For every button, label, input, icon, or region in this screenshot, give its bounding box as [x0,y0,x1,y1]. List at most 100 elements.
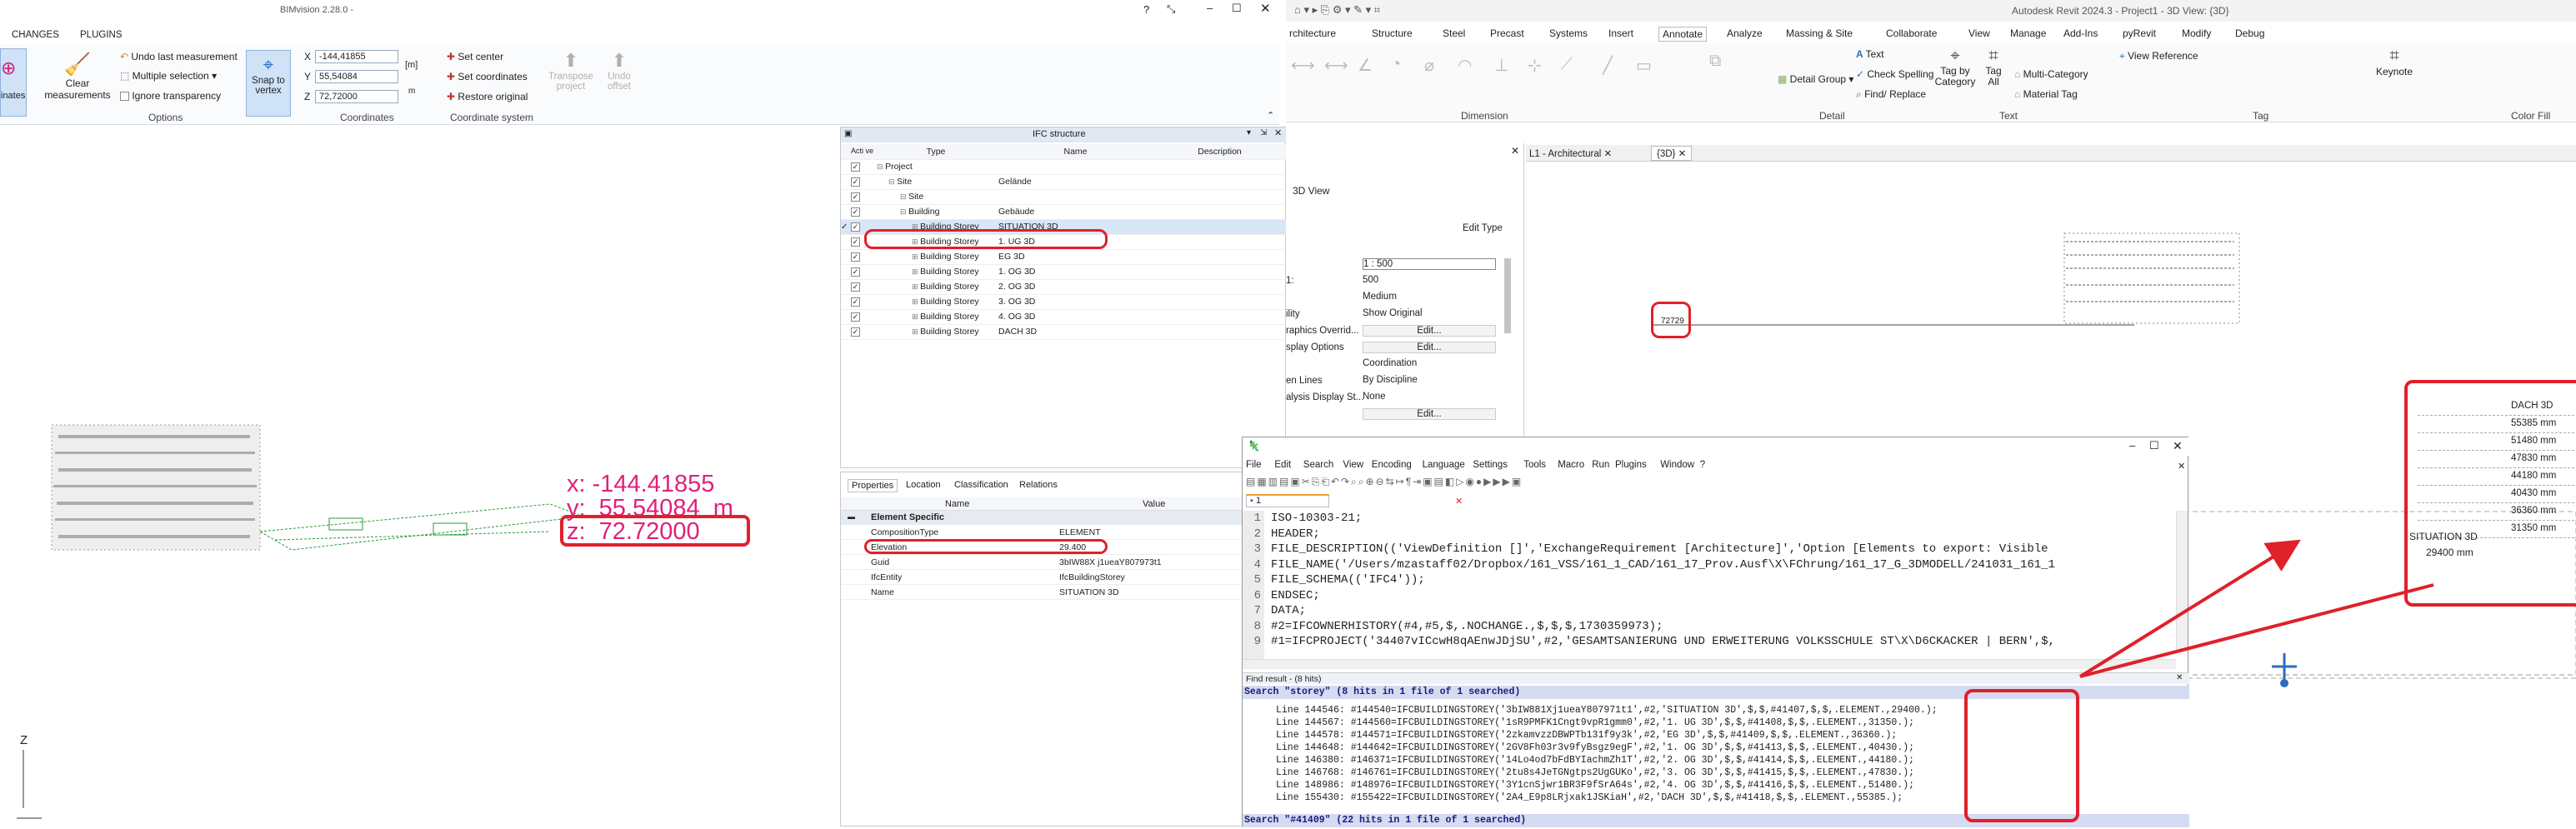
level-row[interactable]: DACH 3D⟋ [2418,398,2576,416]
active-cell[interactable]: ✓ [851,324,874,340]
z-input[interactable]: 72,72000 [315,90,398,103]
npp-menu-item[interactable]: Search [1303,460,1333,470]
x-input[interactable]: -144,41855 [315,50,398,63]
ifc-row[interactable]: ✓ ⊞ Building Storey EG 3D [841,249,1287,265]
restore-original-button[interactable]: ✚ Restore original [447,91,528,102]
active-cell[interactable]: ✓ [851,279,874,295]
active-cell[interactable]: ✓ [851,189,874,205]
expand-icon[interactable]: ⊞ [912,267,920,276]
npp-menu-item[interactable]: View [1343,460,1363,470]
palette-close-icon[interactable]: ✕ [1511,145,1519,157]
text-button[interactable]: A Text [1856,48,1884,60]
restore-icon[interactable]: ⤡ [1167,2,1175,16]
expand-icon[interactable]: ⊟ [900,207,908,216]
active-cell[interactable]: ✓ [851,264,874,280]
ifc-row[interactable]: ✓ ⊟ Building Gebäude [841,204,1287,220]
active-cell[interactable]: ✓ [851,174,874,190]
transpose-project-button[interactable]: ⬆ Transpose project [546,50,596,92]
tag-all-button[interactable]: ⌗ Tag All [1979,47,2008,87]
revit-menu-item[interactable]: Collaborate [1883,27,1940,40]
revit-prop-row[interactable]: splay Options Edit... [1286,340,1516,357]
find-replace-button[interactable]: ⌕ Find/ Replace [1856,88,1926,101]
ifc-row[interactable]: ✓ ⊞ Building Storey 4. OG 3D [841,309,1287,325]
revit-prop-row[interactable]: Coordination [1286,357,1516,373]
revit-menu-item[interactable]: Debug [2232,27,2268,40]
level-row[interactable]: 55385 mm⟋ [2418,416,2576,433]
expand-icon[interactable]: ⊞ [912,327,920,336]
level-row[interactable]: 44180 mm⟋ [2418,468,2576,486]
tab-relations[interactable]: Relations [1019,480,1058,490]
collapse-ribbon-icon[interactable]: ⌃ [1267,110,1274,121]
level-row[interactable]: 47830 mm⟋ [2418,451,2576,468]
ifc-row[interactable]: ✓ ⊟ Site [841,189,1287,205]
npp-menu-item[interactable]: Edit [1274,460,1291,470]
material-tag-button[interactable]: ⌂ Material Tag [2014,88,2078,100]
panel-pin-icon[interactable]: ⇲ [1260,128,1267,137]
npp-menu-item[interactable]: ? [1700,460,1705,470]
minimize-icon[interactable]: – [1207,2,1213,14]
check-spelling-button[interactable]: ✓ Check Spelling [1856,68,1933,80]
property-row[interactable]: IfcEntity IfcBuildingStorey [841,570,1287,585]
checkbox-icon[interactable]: ✓ [851,192,860,202]
find-close-icon[interactable]: ✕ [2176,673,2183,682]
active-cell[interactable]: ✓ [851,249,874,265]
property-row[interactable]: Guid 3bIW88X j1ueaY807973t1 [841,555,1287,570]
revit-menu-item[interactable]: Precast [1487,27,1528,40]
ignore-transparency[interactable]: Ignore transparency [120,90,221,102]
tab-location[interactable]: Location [906,480,941,490]
revit-prop-row[interactable]: 1: 500 [1286,273,1516,290]
checkbox-icon[interactable]: ✓ [851,252,860,262]
panel-menu-icon[interactable]: ▾ [1247,128,1251,137]
tab-3d[interactable]: {3D} ✕ [1651,146,1693,161]
npp-menu-item[interactable]: Window [1660,460,1694,470]
revit-prop-row[interactable]: 1 : 500 [1286,257,1516,273]
npp-vscroll[interactable] [2176,511,2188,652]
y-input[interactable]: 55,54084 [315,70,398,83]
set-coordinates-button[interactable]: ✚ Set coordinates [447,71,528,82]
revit-menu-item[interactable]: Systems [1546,27,1591,40]
revit-menu-item[interactable]: Insert [1605,27,1637,40]
panel-close-icon[interactable]: ✕ [1274,127,1282,138]
edit-type-button[interactable]: Edit Type [1463,223,1503,233]
revit-menu-item[interactable]: Structure [1368,27,1416,40]
npp-menu-item[interactable]: Encoding [1372,460,1412,470]
revit-menu-item[interactable]: pyRevit [2119,27,2159,40]
keynote-button[interactable]: ⌗ Keynote [2369,47,2419,77]
coordinates-button[interactable]: ⊕ inates [0,48,27,117]
npp-menu-item[interactable]: Run [1592,460,1609,470]
view-reference-button[interactable]: ⌖ View Reference [2119,50,2198,62]
checkbox-icon[interactable]: ✓ [851,177,860,187]
tab-classification[interactable]: Classification [954,480,1008,490]
set-center-button[interactable]: ✚ Set center [447,51,503,62]
npp-menu-item[interactable]: Language [1423,460,1465,470]
level-row[interactable]: 51480 mm⟋ [2418,433,2576,451]
revit-menu-item[interactable]: Massing & Site [1783,27,1856,40]
active-cell[interactable]: ✓ [851,204,874,220]
revit-menu-item[interactable]: rchitecture [1286,27,1339,40]
expand-icon[interactable]: ⊞ [912,282,920,291]
revit-menu-item[interactable]: Analyze [1723,27,1766,40]
revit-menu-item[interactable]: Modify [2178,27,2214,40]
multi-category-button[interactable]: ⌂ Multi-Category [2014,68,2088,80]
element-specific-group[interactable]: ▬ Element Specific [841,511,1287,525]
ifc-row[interactable]: ✓ ⊞ Building Storey 1. OG 3D [841,264,1287,280]
checkbox-icon[interactable]: ✓ [851,267,860,277]
revit-menu-item[interactable]: Annotate [1658,27,1708,42]
tag-by-category-button[interactable]: ⌖ Tag by Category [1934,47,1976,87]
expand-icon[interactable]: ⊟ [900,192,908,201]
multiple-selection[interactable]: ⬚ Multiple selection ▾ [120,70,217,82]
palette-scrollbar[interactable] [1504,258,1511,333]
npp-menu-item[interactable]: Macro [1558,460,1584,470]
ifc-row[interactable]: ✓ ⊞ Building Storey DACH 3D [841,324,1287,340]
checkbox-icon[interactable]: ✓ [851,297,860,307]
revit-menu-item[interactable]: Add-Ins [2060,27,2101,40]
checkbox-icon[interactable]: ✓ [851,237,860,247]
property-row[interactable]: CompositionType ELEMENT [841,525,1287,540]
revit-prop-row[interactable]: Edit... [1286,407,1516,423]
maximize-icon[interactable]: ☐ [1232,2,1242,15]
checkbox-icon[interactable]: ✓ [851,282,860,292]
checkbox-icon[interactable]: ✓ [851,222,860,232]
npp-menu-close-icon[interactable]: ✕ [2178,461,2185,472]
revit-menu-item[interactable]: Manage [2007,27,2049,40]
expand-icon[interactable]: ⊟ [877,162,885,171]
